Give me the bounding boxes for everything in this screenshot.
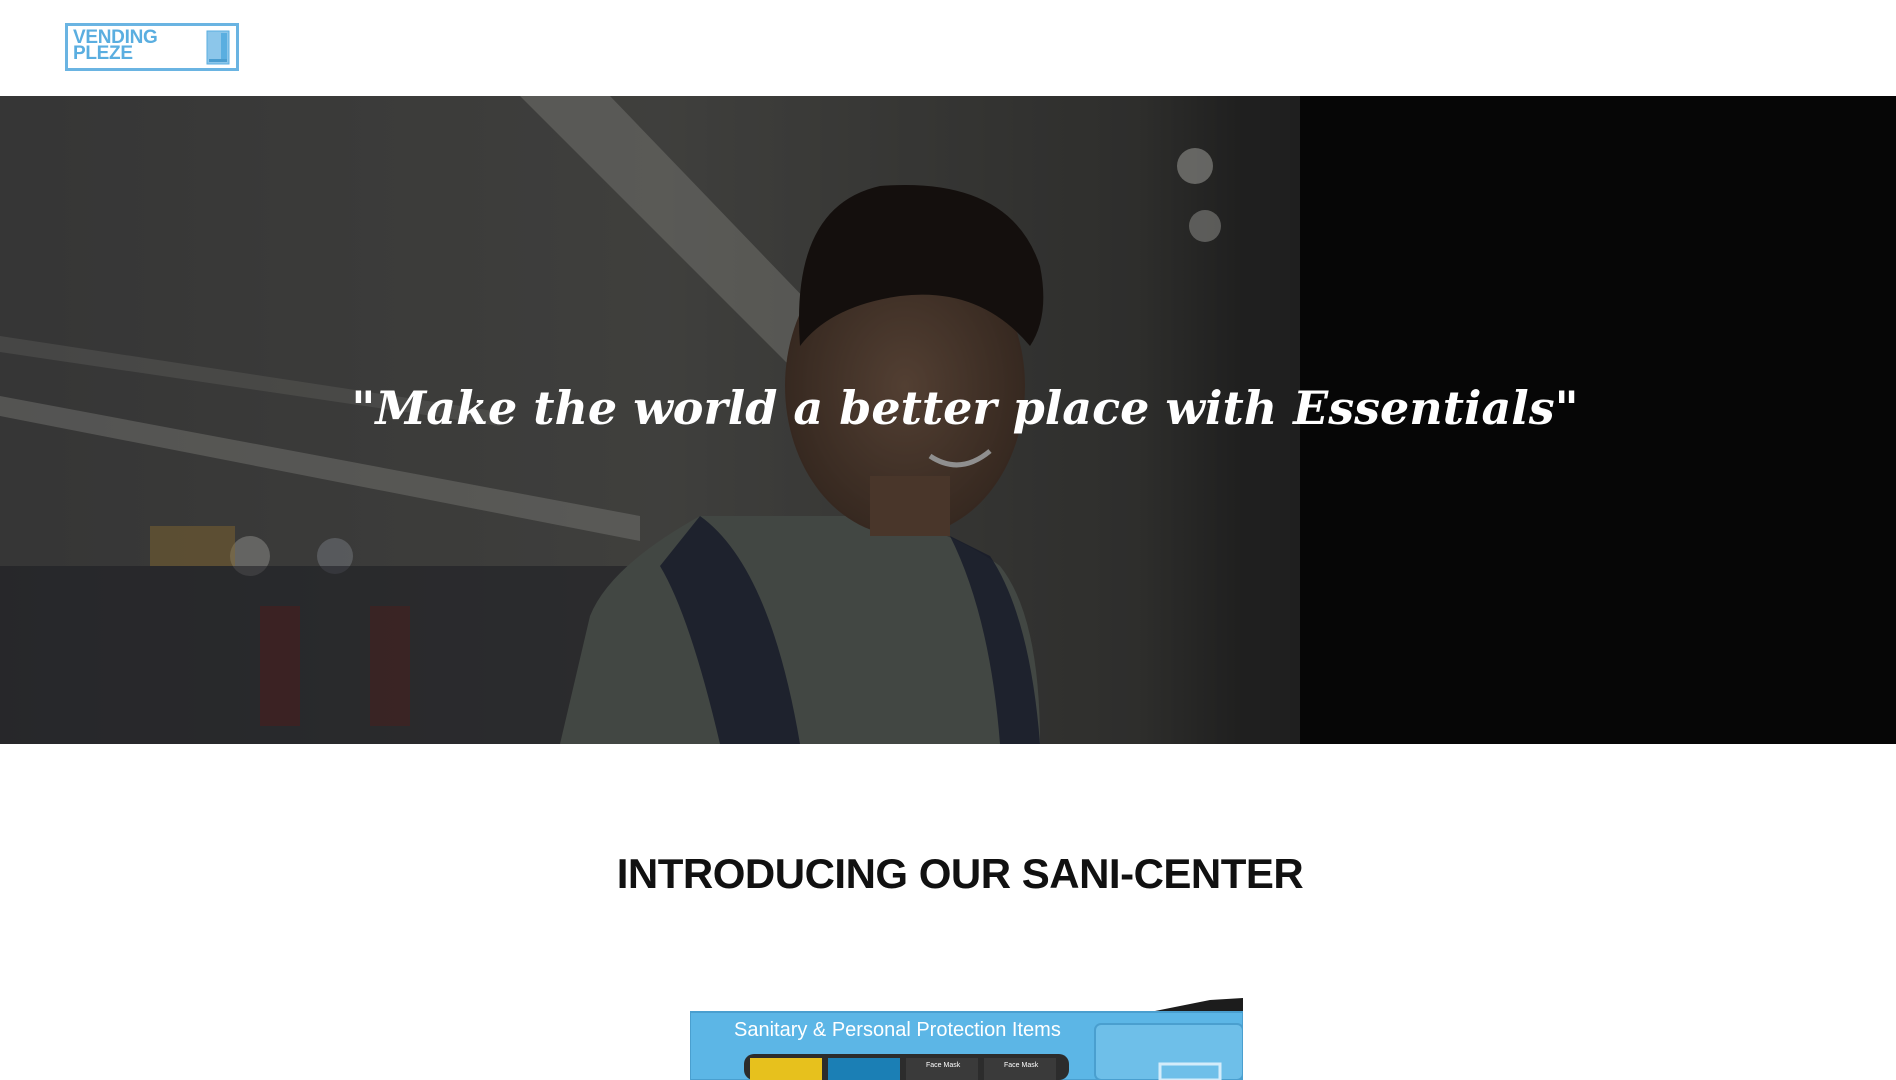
hero-banner: "Make the world a better place with Esse…: [0, 96, 1896, 744]
section-title: INTRODUCING OUR SANI-CENTER: [616, 850, 1304, 897]
site-header: VENDING PLEZE: [0, 0, 1896, 96]
logo-line-2: PLEZE: [73, 43, 133, 64]
product-item-label-1: Face Mask: [926, 1062, 961, 1069]
sani-center-machine-image: Sanitary & Personal Protection Items Fac…: [690, 998, 1243, 1080]
logo-wordmark: VENDING PLEZE: [73, 28, 158, 64]
product-item-label-2: Face Mask: [1004, 1062, 1039, 1069]
vending-machine-icon: [206, 30, 230, 65]
hero-quote: "Make the world a better place with Esse…: [351, 381, 1579, 435]
vending-pleze-logo[interactable]: VENDING PLEZE: [65, 23, 239, 71]
product-banner-text: Sanitary & Personal Protection Items: [734, 1019, 1061, 1041]
